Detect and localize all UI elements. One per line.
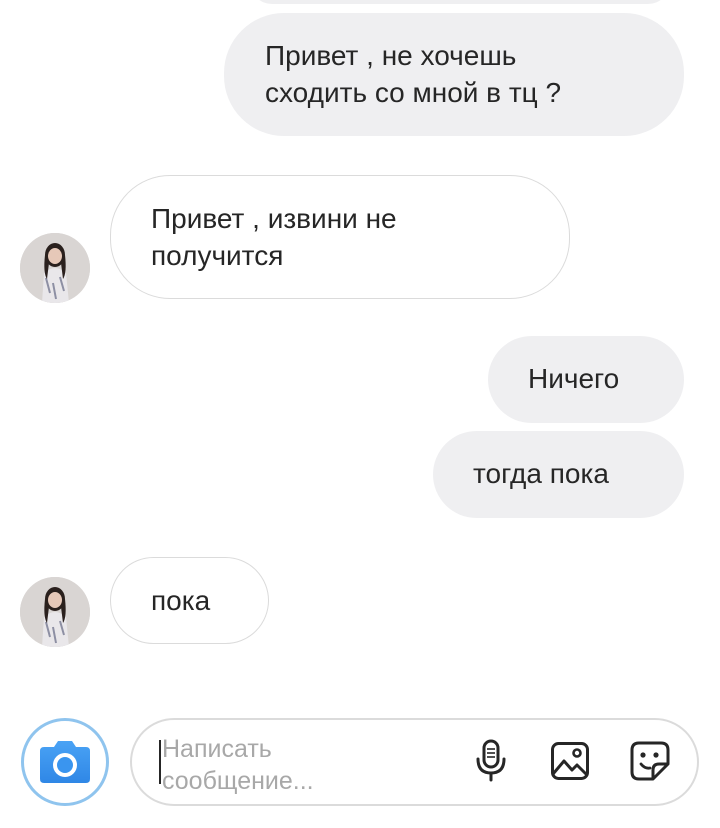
sticker-button[interactable] — [627, 738, 673, 784]
camera-icon — [40, 741, 90, 783]
message-bubble-outgoing-partial[interactable] — [250, 0, 670, 4]
gallery-icon — [551, 742, 589, 780]
message-input[interactable]: Написать сообщение... — [130, 718, 699, 806]
message-bubble-outgoing[interactable]: Привет , не хочешь сходить со мной в тц … — [224, 13, 684, 136]
avatar-image — [20, 577, 90, 647]
sticker-icon — [630, 741, 670, 781]
microphone-button[interactable] — [468, 738, 514, 784]
microphone-icon — [476, 739, 506, 782]
message-text: пока — [151, 585, 211, 616]
text-caret — [159, 740, 161, 784]
camera-button[interactable] — [21, 718, 109, 806]
message-bubble-incoming[interactable]: пока — [110, 557, 269, 644]
message-text: тогда пока — [473, 458, 609, 489]
avatar-image — [20, 233, 90, 303]
chat-screen: Привет , не хочешь сходить со мной в тц … — [0, 0, 720, 828]
message-text: Ничего — [528, 363, 620, 394]
gallery-button[interactable] — [547, 738, 593, 784]
avatar[interactable] — [20, 577, 90, 647]
message-bubble-incoming[interactable]: Привет , извини не получится — [110, 175, 570, 299]
message-input-placeholder: Написать сообщение... — [162, 735, 314, 795]
message-bubble-outgoing[interactable]: Ничего — [488, 336, 684, 423]
message-text: Привет , не хочешь сходить со мной в тц … — [265, 40, 562, 108]
avatar[interactable] — [20, 233, 90, 303]
message-bubble-outgoing[interactable]: тогда пока — [433, 431, 684, 518]
message-text: Привет , извини не получится — [151, 203, 397, 271]
